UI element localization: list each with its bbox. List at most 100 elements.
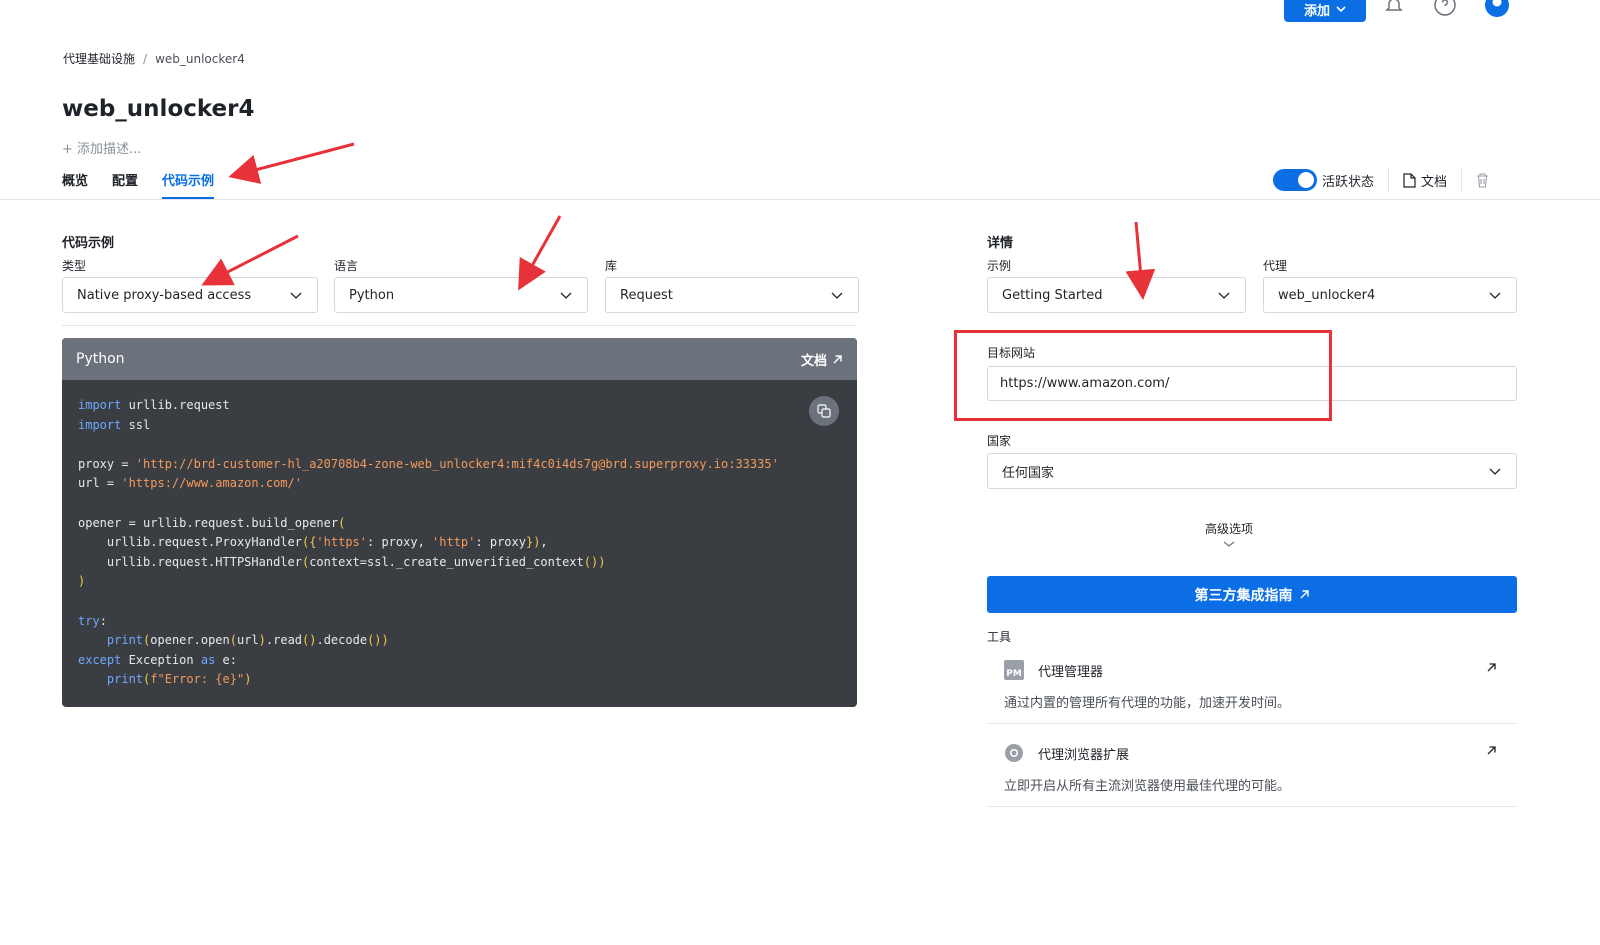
chevron-down-icon — [831, 292, 843, 299]
chevron-down-icon — [1336, 6, 1346, 13]
docs-button[interactable]: 文档 — [1403, 171, 1447, 190]
code-examples-heading: 代码示例 — [62, 236, 115, 251]
tool-title: 代理管理器 — [1038, 664, 1104, 680]
type-select[interactable]: Native proxy-based access — [62, 277, 318, 313]
tool-browser-extension[interactable]: 代理浏览器扩展 立即开启从所有主流浏览器使用最佳代理的可能。 — [987, 743, 1517, 807]
code-token: 'http://brd-customer-hl_a20708b4-zone-we… — [135, 456, 779, 471]
chevron-down-icon — [1223, 541, 1235, 547]
active-status-toggle[interactable]: 活跃状态 — [1273, 169, 1374, 191]
code-token: opener.open — [150, 633, 230, 648]
chevron-down-icon — [1489, 468, 1501, 475]
example-select[interactable]: Getting Started — [987, 277, 1246, 313]
external-link-icon — [833, 354, 842, 363]
tool-proxy-manager[interactable]: PM 代理管理器 通过内置的管理所有代理的功能，加速开发时间。 — [987, 660, 1517, 724]
code-token: except — [78, 652, 122, 667]
code-token: f"Error: {e}" — [150, 672, 245, 687]
code-card-title: Python — [76, 351, 125, 367]
breadcrumb-current: web_unlocker4 — [155, 51, 245, 66]
tab-config[interactable]: 配置 — [112, 170, 138, 199]
integration-guide-button[interactable]: 第三方集成指南 — [987, 576, 1517, 613]
active-status-label: 活跃状态 — [1322, 174, 1375, 190]
code-token: ) — [78, 574, 86, 589]
external-link-icon[interactable] — [1486, 745, 1497, 756]
page-toolbar: 活跃状态 文档 — [1273, 168, 1489, 192]
copy-icon — [817, 404, 831, 418]
target-site-label: 目标网站 — [987, 346, 1036, 360]
tab-overview[interactable]: 概览 — [62, 170, 88, 199]
advanced-options-toggle[interactable]: 高级选项 — [1164, 520, 1294, 551]
chevron-down-icon — [1489, 292, 1501, 299]
bell-icon[interactable] — [1381, 0, 1407, 18]
add-button-label: 添加 — [1303, 3, 1330, 19]
code-token: urllib.request.ProxyHandler — [78, 535, 302, 550]
controls-divider — [62, 325, 857, 326]
proxy-label: 代理 — [1263, 259, 1288, 273]
code-docs-link[interactable]: 文档 — [801, 350, 843, 369]
library-select-value: Request — [620, 287, 673, 303]
code-token: context=ssl._create_unverified_context — [309, 554, 584, 569]
code-token: ) — [244, 672, 252, 687]
code-token: 'https://www.amazon.com/' — [121, 476, 302, 491]
code-token: opener = urllib.request.build_opener — [78, 515, 339, 530]
add-description-link[interactable]: + 添加描述... — [62, 138, 141, 157]
code-token: e: — [215, 652, 237, 667]
tab-bar: 概览 配置 代码示例 — [62, 170, 215, 199]
code-token: ()) — [367, 633, 389, 648]
annotation-arrow — [518, 215, 562, 291]
code-token: : proxy — [475, 535, 526, 550]
copy-code-button[interactable] — [809, 396, 839, 426]
add-button[interactable]: 添加 — [1284, 0, 1366, 22]
code-card: Python 文档 import urllib.request import s… — [62, 338, 857, 707]
help-icon[interactable] — [1432, 0, 1458, 18]
library-select[interactable]: Request — [605, 277, 859, 313]
tool-description: 通过内置的管理所有代理的功能，加速开发时间。 — [1004, 696, 1291, 711]
tool-title: 代理浏览器扩展 — [1038, 747, 1130, 763]
code-token: .read — [265, 633, 303, 648]
code-block[interactable]: import urllib.request import ssl proxy =… — [62, 380, 857, 706]
breadcrumb: 代理基础设施 / web_unlocker4 — [63, 50, 245, 67]
language-select[interactable]: Python — [334, 277, 588, 313]
code-token: ({ — [301, 535, 317, 550]
toggle-switch[interactable] — [1273, 169, 1317, 191]
country-select-value: 任何国家 — [1002, 465, 1055, 481]
chevron-down-icon — [560, 292, 572, 299]
tabs-divider — [0, 199, 1600, 200]
country-label: 国家 — [987, 434, 1012, 448]
trash-icon — [1477, 172, 1489, 188]
code-token: }) — [525, 535, 541, 550]
tools-label: 工具 — [987, 630, 1012, 644]
external-link-icon[interactable] — [1486, 662, 1497, 673]
code-token: as — [200, 652, 216, 667]
code-token: url — [236, 633, 259, 648]
code-card-header: Python 文档 — [62, 338, 857, 380]
chevron-down-icon — [1218, 292, 1230, 299]
code-token: ()) — [583, 554, 606, 569]
type-label: 类型 — [62, 259, 87, 273]
toolbar-divider — [1461, 168, 1463, 192]
chrome-icon — [1005, 744, 1023, 762]
delete-button[interactable] — [1476, 172, 1489, 188]
breadcrumb-root[interactable]: 代理基础设施 — [63, 50, 135, 67]
language-label: 语言 — [334, 259, 359, 273]
code-token: urllib.request.HTTPSHandler — [78, 554, 302, 569]
code-token: ) — [258, 633, 266, 648]
code-token: Exception — [121, 652, 201, 667]
language-select-value: Python — [349, 287, 395, 303]
code-token: : proxy, — [367, 535, 433, 550]
code-token: , — [540, 535, 548, 550]
proxy-select[interactable]: web_unlocker4 — [1263, 277, 1517, 313]
code-token: proxy = — [78, 456, 136, 471]
target-site-input[interactable]: https://www.amazon.com/ — [987, 366, 1517, 401]
code-token: : — [99, 613, 107, 628]
code-token: urllib.request — [121, 398, 230, 412]
tab-code-examples[interactable]: 代码示例 — [162, 170, 215, 199]
example-label: 示例 — [987, 259, 1012, 273]
user-avatar-icon[interactable] — [1484, 0, 1510, 18]
library-label: 库 — [605, 259, 618, 273]
country-select[interactable]: 任何国家 — [987, 453, 1517, 489]
code-token: print — [106, 672, 144, 687]
code-token: import — [78, 398, 122, 412]
tool-description: 立即开启从所有主流浏览器使用最佳代理的可能。 — [1004, 779, 1291, 794]
code-token: 'http' — [432, 535, 476, 550]
